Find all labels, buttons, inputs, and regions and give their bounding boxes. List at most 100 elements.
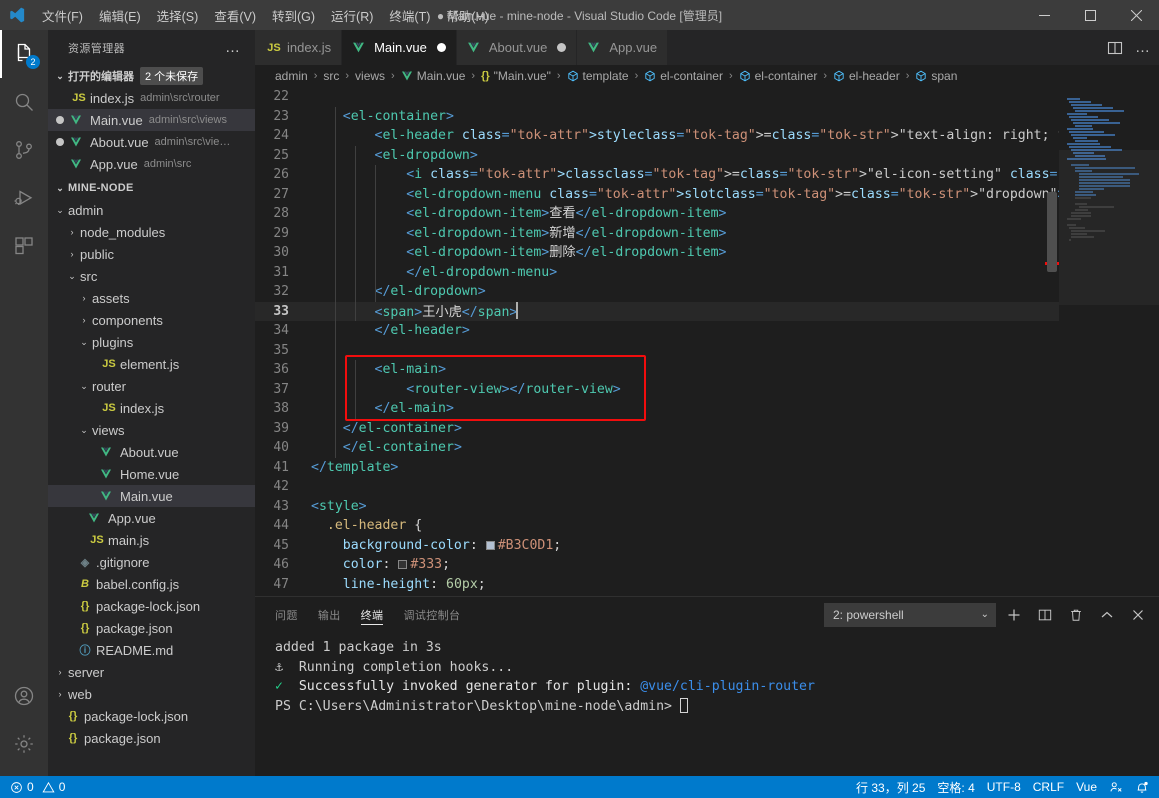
code-line-47[interactable]: 47 line-height: 60px;: [255, 575, 1059, 595]
code-editor[interactable]: 22 23 <el-container> 24 <el-header class="…: [255, 87, 1159, 596]
menu-run[interactable]: 运行(R): [323, 0, 381, 30]
breadcrumb-item-mainvue[interactable]: {} "Main.vue": [481, 69, 551, 83]
breadcrumb-item-views[interactable]: views: [355, 69, 385, 83]
tab-app-vue[interactable]: App.vue: [577, 30, 669, 65]
tree-folder-server[interactable]: › server: [48, 661, 255, 683]
status-indentation[interactable]: 空格: 4: [931, 776, 980, 798]
tree-file-README.md[interactable]: ⓘ README.md: [48, 639, 255, 661]
account-icon[interactable]: [0, 672, 48, 720]
minimap[interactable]: [1059, 87, 1159, 596]
open-editor-item[interactable]: About.vue admin\src\vie…: [48, 131, 255, 153]
code-line-34[interactable]: 34 </el-header>: [255, 321, 1059, 341]
tree-folder-router[interactable]: ⌄ router: [48, 375, 255, 397]
workspace-section-title[interactable]: ⌄ MINE-NODE: [48, 177, 255, 199]
open-editor-item[interactable]: JS index.js admin\src\router: [48, 87, 255, 109]
code-line-44[interactable]: 44 .el-header {: [255, 516, 1059, 536]
tree-folder-public[interactable]: › public: [48, 243, 255, 265]
feedback-icon[interactable]: [1103, 776, 1129, 798]
sidebar-more-actions-icon[interactable]: …: [225, 39, 247, 56]
activity-item-explorer[interactable]: 2: [0, 30, 48, 78]
breadcrumb-item-template[interactable]: template: [567, 69, 629, 83]
activity-item-run-debug[interactable]: [0, 174, 48, 222]
code-line-45[interactable]: 45 background-color: #B3C0D1;: [255, 536, 1059, 556]
code-line-38[interactable]: 38 </el-main>: [255, 399, 1059, 419]
minimap-slider[interactable]: [1059, 150, 1159, 305]
tree-file-babel.config.js[interactable]: Bbabel.config.js: [48, 573, 255, 595]
tree-file-package-lock.json[interactable]: {} package-lock.json: [48, 705, 255, 727]
tree-file-Main.vue[interactable]: Main.vue: [48, 485, 255, 507]
breadcrumb-item-span[interactable]: span: [915, 69, 957, 83]
breadcrumb-item-el-header[interactable]: el-header: [833, 69, 900, 83]
code-line-36[interactable]: 36 <el-main>: [255, 360, 1059, 380]
breadcrumb-item-src[interactable]: src: [323, 69, 339, 83]
code-line-43[interactable]: 43 <style>: [255, 497, 1059, 517]
code-line-22[interactable]: 22: [255, 87, 1059, 107]
tree-folder-plugins[interactable]: ⌄ plugins: [48, 331, 255, 353]
split-editor-icon[interactable]: [1107, 40, 1123, 56]
activity-item-extensions[interactable]: [0, 222, 48, 270]
tab-dirty-icon[interactable]: [436, 43, 446, 52]
menu-view[interactable]: 查看(V): [206, 0, 264, 30]
code-line-39[interactable]: 39 </el-container>: [255, 419, 1059, 439]
tree-folder-views[interactable]: ⌄ views: [48, 419, 255, 441]
code-line-46[interactable]: 46 color: #333;: [255, 555, 1059, 575]
activity-item-source-control[interactable]: [0, 126, 48, 174]
close-icon[interactable]: [1113, 0, 1159, 30]
tab-main-vue[interactable]: Main.vue: [342, 30, 457, 65]
status-cursor-position[interactable]: 行 33，列 25: [850, 776, 931, 798]
terminal-output[interactable]: added 1 package in 3s ⚓ Running completio…: [255, 632, 1159, 776]
breadcrumb-item-el-container[interactable]: el-container: [739, 69, 817, 83]
maximize-icon[interactable]: [1067, 0, 1113, 30]
tree-file-element.js[interactable]: JS element.js: [48, 353, 255, 375]
code-line-35[interactable]: 35: [255, 341, 1059, 361]
tree-folder-assets[interactable]: › assets: [48, 287, 255, 309]
open-editor-item[interactable]: Main.vue admin\src\views: [48, 109, 255, 131]
status-language-mode[interactable]: Vue: [1070, 776, 1103, 798]
activity-item-search[interactable]: [0, 78, 48, 126]
status-encoding[interactable]: UTF-8: [981, 776, 1027, 798]
tree-file-Home.vue[interactable]: Home.vue: [48, 463, 255, 485]
open-editors-section-title[interactable]: ⌄ 打开的编辑器 2 个未保存: [48, 65, 255, 87]
status-eol[interactable]: CRLF: [1027, 776, 1070, 798]
code-line-24[interactable]: 24 <el-header class="tok-attr">styleclas…: [255, 126, 1059, 146]
terminal-selector-dropdown[interactable]: 2: powershell ⌄: [824, 602, 996, 627]
new-terminal-icon[interactable]: [1001, 603, 1027, 627]
menu-go[interactable]: 转到(G): [264, 0, 323, 30]
menu-file[interactable]: 文件(F): [34, 0, 91, 30]
code-line-25[interactable]: 25 <el-dropdown>: [255, 146, 1059, 166]
tree-file-main.js[interactable]: JS main.js: [48, 529, 255, 551]
notifications-bell-icon[interactable]: [1129, 776, 1155, 798]
code-viewport[interactable]: 22 23 <el-container> 24 <el-header class="…: [255, 87, 1059, 596]
tree-file-package-lock.json[interactable]: {} package-lock.json: [48, 595, 255, 617]
menu-help[interactable]: 帮助(H): [438, 0, 496, 30]
tree-folder-src[interactable]: ⌄ src: [48, 265, 255, 287]
tree-file-index.js[interactable]: JS index.js: [48, 397, 255, 419]
tab-dirty-icon[interactable]: [557, 43, 567, 52]
maximize-panel-icon[interactable]: [1094, 603, 1120, 627]
code-line-41[interactable]: 41 </template>: [255, 458, 1059, 478]
tree-folder-components[interactable]: › components: [48, 309, 255, 331]
code-line-48[interactable]: 48 }: [255, 594, 1059, 596]
breadcrumb-item-el-container[interactable]: el-container: [644, 69, 723, 83]
code-line-40[interactable]: 40 </el-container>: [255, 438, 1059, 458]
split-terminal-icon[interactable]: [1032, 603, 1058, 627]
code-line-23[interactable]: 23 <el-container>: [255, 107, 1059, 127]
editor-vertical-scrollbar[interactable]: [1045, 87, 1059, 596]
code-line-33[interactable]: 33 <span>王小虎</span>: [255, 301, 1059, 321]
panel-tab-output[interactable]: 输出: [318, 597, 341, 632]
tree-file-App.vue[interactable]: App.vue: [48, 507, 255, 529]
open-editor-item[interactable]: App.vue admin\src: [48, 153, 255, 175]
close-panel-icon[interactable]: [1125, 603, 1151, 627]
tree-file-package.json[interactable]: {} package.json: [48, 727, 255, 749]
more-actions-icon[interactable]: …: [1135, 39, 1151, 56]
panel-tab-debug-console[interactable]: 调试控制台: [403, 597, 460, 632]
panel-tab-problems[interactable]: 问题: [275, 597, 298, 632]
tree-file-About.vue[interactable]: About.vue: [48, 441, 255, 463]
breadcrumb-item-admin[interactable]: admin: [275, 69, 308, 83]
tree-folder-web[interactable]: › web: [48, 683, 255, 705]
gear-icon[interactable]: [0, 720, 48, 768]
minimize-icon[interactable]: [1021, 0, 1067, 30]
tree-folder-node_modules[interactable]: › node_modules: [48, 221, 255, 243]
status-problems[interactable]: 0 0: [4, 776, 71, 798]
tree-folder-admin[interactable]: ⌄ admin: [48, 199, 255, 221]
